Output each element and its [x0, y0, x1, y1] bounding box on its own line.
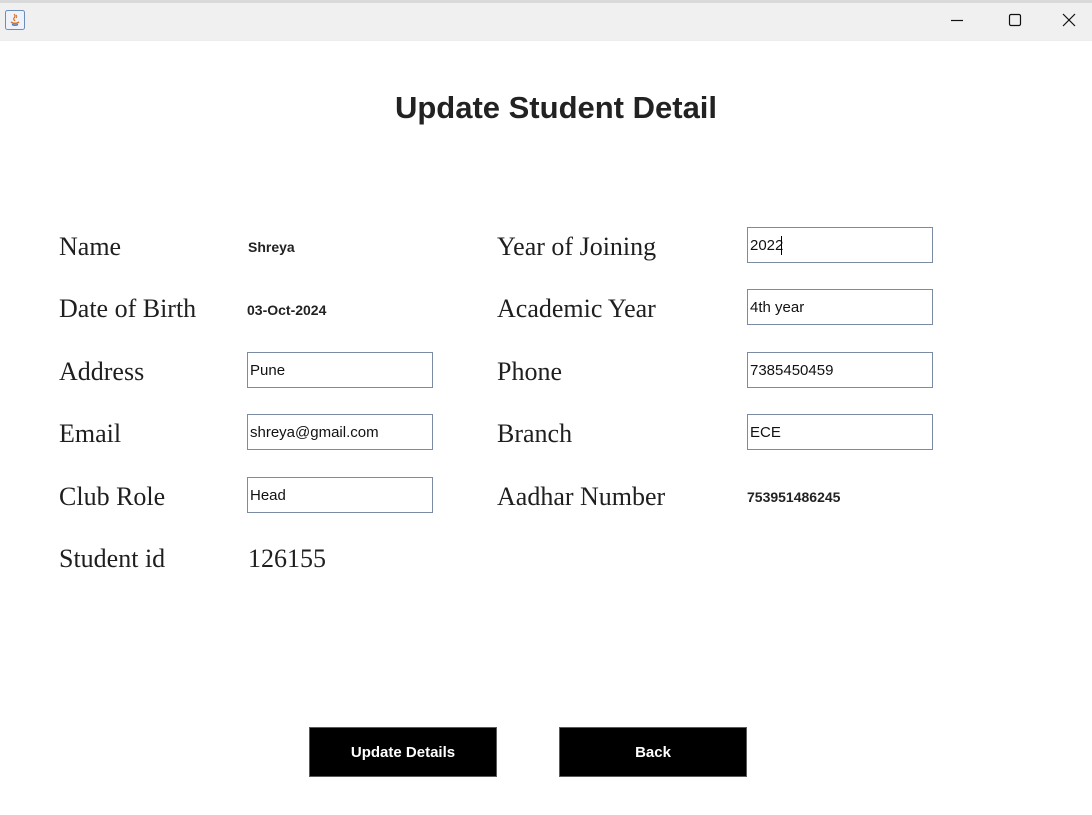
academic-year-label: Academic Year — [497, 294, 656, 323]
branch-label: Branch — [497, 419, 573, 448]
minimize-button[interactable] — [928, 0, 986, 40]
close-button[interactable] — [1044, 0, 1092, 40]
back-button[interactable]: Back — [559, 727, 747, 777]
email-field[interactable] — [247, 414, 433, 450]
aadhar-number-value: 753951486245 — [747, 489, 841, 505]
date-of-birth-label: Date of Birth — [59, 294, 197, 323]
date-of-birth-value: 03-Oct-2024 — [247, 302, 327, 318]
student-id-label: Student id — [59, 544, 166, 573]
maximize-icon — [1008, 13, 1022, 27]
aadhar-number-label: Aadhar Number — [497, 482, 666, 511]
phone-label: Phone — [497, 357, 562, 386]
year-of-joining-label: Year of Joining — [497, 232, 657, 261]
close-icon — [1062, 13, 1076, 27]
app-window: Update Student Detail Name Shreya Date o… — [0, 0, 1092, 815]
name-value: Shreya — [248, 239, 295, 255]
club-role-label: Club Role — [59, 482, 166, 511]
title-bar[interactable] — [0, 0, 1092, 41]
address-label: Address — [59, 357, 145, 386]
year-of-joining-field[interactable] — [747, 227, 933, 263]
club-role-field[interactable] — [247, 477, 433, 513]
maximize-button[interactable] — [986, 0, 1044, 40]
name-label: Name — [59, 232, 122, 261]
minimize-icon — [951, 19, 963, 22]
branch-field[interactable] — [747, 414, 933, 450]
update-details-button[interactable]: Update Details — [309, 727, 497, 777]
email-label: Email — [59, 419, 122, 448]
java-app-icon — [5, 10, 25, 30]
page-title: Update Student Detail — [394, 90, 718, 125]
address-field[interactable] — [247, 352, 433, 388]
phone-field[interactable] — [747, 352, 933, 388]
student-id-value: 126155 — [248, 544, 326, 573]
academic-year-field[interactable] — [747, 289, 933, 325]
text-cursor — [781, 236, 782, 255]
